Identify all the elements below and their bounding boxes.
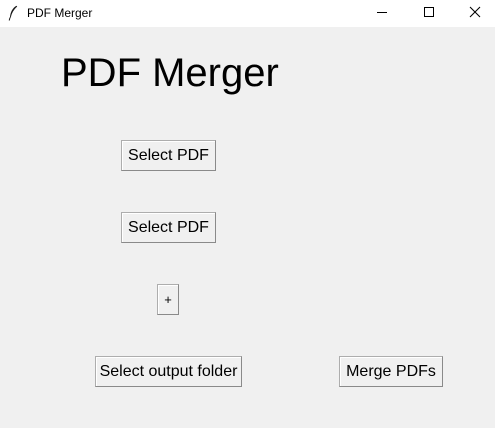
minimize-button[interactable] [359, 0, 405, 27]
app-window: PDF Merger PDF Merger Select PDF Select … [0, 0, 495, 428]
close-button[interactable] [451, 0, 495, 27]
select-output-folder-button[interactable]: Select output folder [95, 356, 242, 387]
add-pdf-button[interactable]: + [157, 284, 179, 315]
select-pdf-button-2[interactable]: Select PDF [121, 212, 216, 243]
feather-icon [8, 5, 18, 21]
maximize-icon [424, 7, 434, 17]
merge-pdfs-button[interactable]: Merge PDFs [339, 356, 443, 387]
select-pdf-button-1[interactable]: Select PDF [121, 140, 216, 171]
page-title: PDF Merger [61, 51, 279, 95]
minimize-icon [377, 12, 387, 13]
title-bar[interactable]: PDF Merger [0, 0, 495, 27]
close-icon [469, 6, 481, 18]
maximize-button[interactable] [405, 0, 451, 27]
window-title: PDF Merger [27, 6, 93, 20]
